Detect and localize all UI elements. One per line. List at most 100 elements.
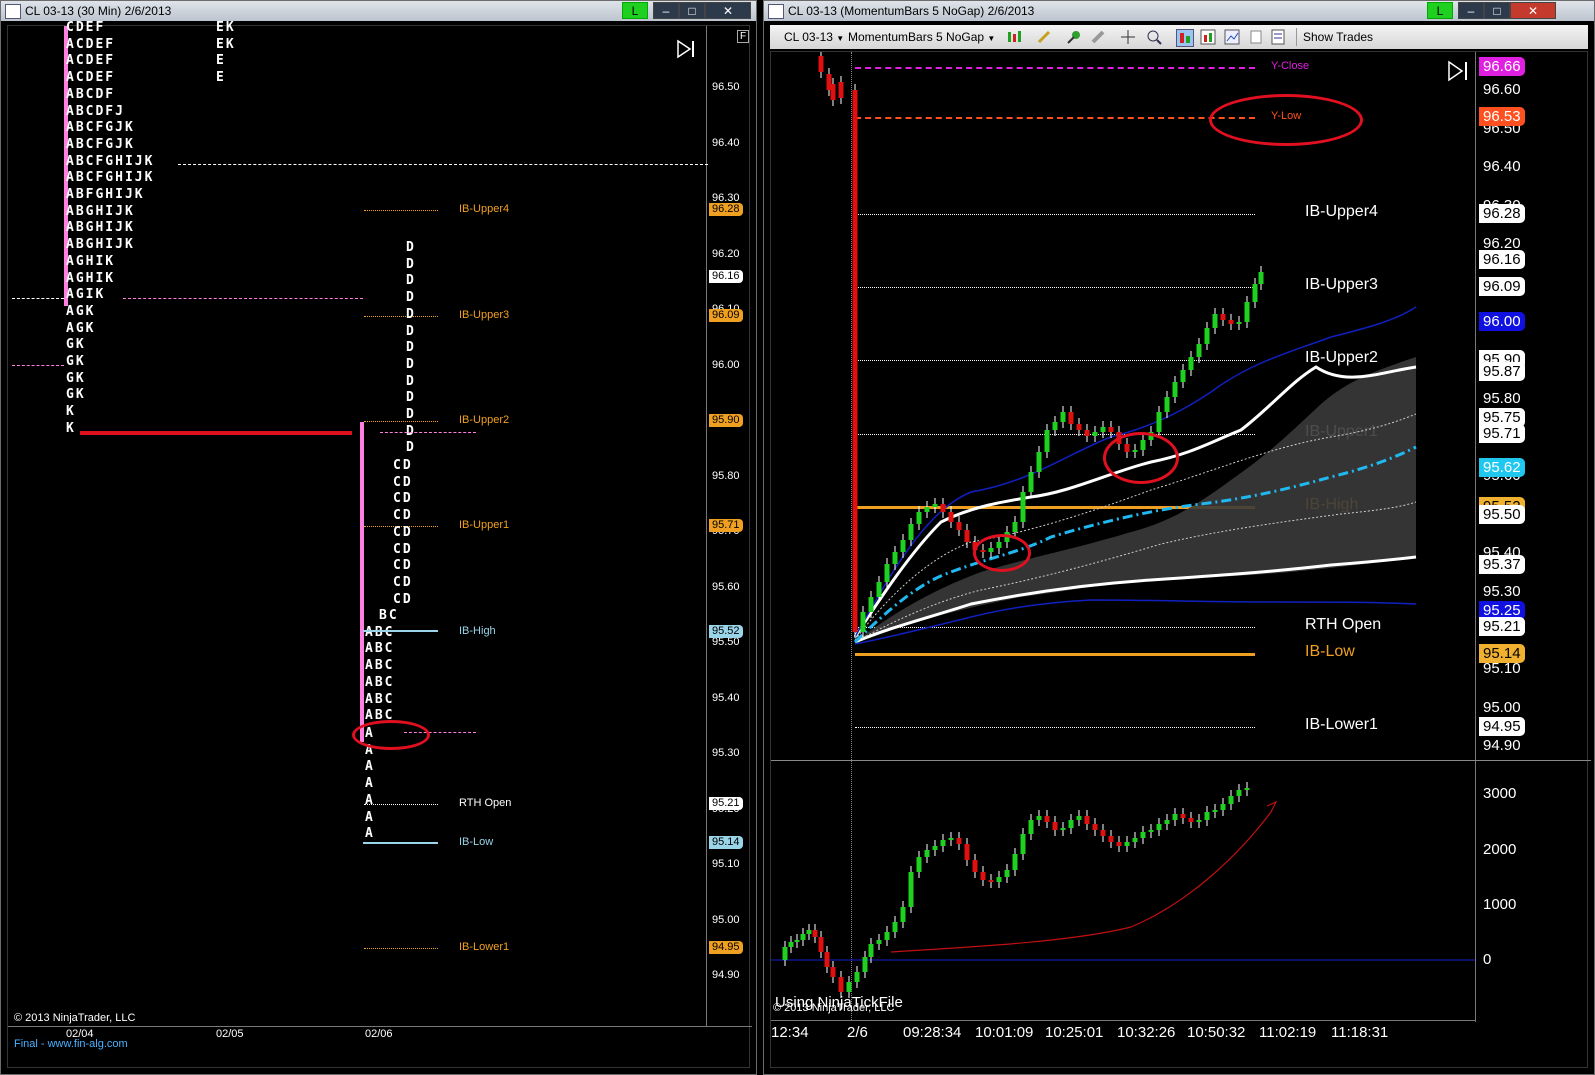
left-chart-body[interactable]: F 96.5096.4096.3096.2096.1096.0095.9095.… xyxy=(7,20,752,1068)
candle-body xyxy=(1028,820,1034,834)
candle-body xyxy=(1172,382,1178,397)
tpo-row: CD xyxy=(393,558,413,574)
candle-body xyxy=(1004,870,1010,877)
candle-body xyxy=(972,860,978,872)
instrument-selector[interactable]: CL 03-13 ▼ xyxy=(784,28,844,46)
cumulative-delta-panel xyxy=(771,782,1475,998)
left-window-titlebar[interactable]: CL 03-13 (30 Min) 2/6/2013 L – □ ✕ xyxy=(1,1,756,21)
connection-status-badge: L xyxy=(622,2,648,19)
panel-options-icon[interactable]: F xyxy=(737,30,750,43)
zoom-icon[interactable] xyxy=(1146,29,1162,45)
candle-body xyxy=(1172,814,1178,820)
candle-body xyxy=(884,932,890,940)
candle-body xyxy=(988,880,994,882)
price-axis-label: 96.40 xyxy=(1483,158,1521,176)
candle-body xyxy=(1012,854,1018,870)
candle-body xyxy=(948,512,954,522)
time-axis-separator xyxy=(8,1026,752,1027)
minimize-button[interactable]: – xyxy=(1458,2,1484,19)
pin-icon[interactable] xyxy=(1066,29,1082,45)
chart-app-icon xyxy=(5,4,21,19)
tpo-row: CD xyxy=(393,458,413,473)
tpo-row: D xyxy=(406,256,416,272)
candle-body xyxy=(916,857,922,872)
candle-body xyxy=(1044,816,1050,822)
tpo-row: E xyxy=(216,70,226,86)
tpo-row: ACDEF xyxy=(66,53,116,69)
candle-body xyxy=(1076,424,1082,430)
tpo-row: A xyxy=(365,792,375,808)
tpo-row: GK xyxy=(66,354,86,369)
strategies-icon[interactable] xyxy=(1200,29,1216,45)
price-axis-label: 94.90 xyxy=(712,969,740,981)
candle-body xyxy=(1164,820,1170,824)
show-trades-button[interactable]: Show Trades xyxy=(1296,28,1373,46)
tpo-row: ACDEF xyxy=(66,70,116,86)
tpo-row: ABC xyxy=(365,658,395,674)
candle-body xyxy=(1100,427,1106,432)
time-axis-label: 2/6 xyxy=(847,1024,868,1041)
price-tag: 95.90 xyxy=(709,414,743,427)
bar-type-label: MomentumBars 5 NoGap xyxy=(848,30,985,44)
close-button[interactable]: ✕ xyxy=(705,2,751,19)
candle-body xyxy=(1012,522,1018,532)
price-axis-separator xyxy=(706,26,707,1026)
candle-body xyxy=(940,504,946,512)
right-window-titlebar[interactable]: CL 03-13 (MomentumBars 5 NoGap) 2/6/2013… xyxy=(764,1,1594,21)
price-axis-label: 96.00 xyxy=(712,358,740,371)
candle-body xyxy=(860,612,866,632)
candle-body xyxy=(1052,422,1058,430)
tpo-row: GK xyxy=(66,370,86,386)
red-annotation-line xyxy=(80,431,352,435)
bar-type-selector[interactable]: MomentumBars 5 NoGap ▼ xyxy=(848,28,995,46)
tpo-row: AGIK xyxy=(66,287,106,303)
tpo-row: BC xyxy=(379,608,399,623)
price-axis-label: 95.10 xyxy=(1483,660,1521,677)
minimize-button[interactable]: – xyxy=(653,2,679,19)
price-tag: 95.50 xyxy=(1479,504,1525,524)
tpo-row: CD xyxy=(393,574,413,590)
tpo-row: ABGHIJK xyxy=(66,220,135,236)
price-tag: 95.71 xyxy=(1479,423,1525,443)
lower-axis-label: 3000 xyxy=(1483,785,1517,802)
candle-body xyxy=(818,937,824,952)
tpo-row: A xyxy=(365,759,375,775)
level-label: IB-Upper2 xyxy=(459,414,510,426)
candle-body xyxy=(1036,816,1042,820)
candle-body xyxy=(868,944,874,957)
candle-body xyxy=(1084,430,1090,436)
candle-body xyxy=(1060,412,1066,422)
candle-body xyxy=(916,512,922,524)
footer-link[interactable]: Final - www.fin-alg.com xyxy=(14,1038,128,1050)
candle-body xyxy=(862,957,868,972)
price-axis-label: 95.80 xyxy=(712,469,740,482)
bar-style-icon[interactable] xyxy=(1006,29,1022,45)
crosshair-icon[interactable] xyxy=(1120,29,1136,45)
vwap-band-fill xyxy=(855,357,1416,642)
eraser-icon[interactable] xyxy=(1090,29,1106,45)
tpo-row: CD xyxy=(393,541,413,557)
candle-body xyxy=(908,872,914,907)
close-button[interactable]: ✕ xyxy=(1510,2,1556,19)
maximize-button[interactable]: □ xyxy=(1484,2,1510,19)
candle-body xyxy=(1258,272,1264,284)
chart-style-icon[interactable] xyxy=(1224,29,1240,45)
maximize-button[interactable]: □ xyxy=(679,2,705,19)
annotation-circle-pullback2 xyxy=(1103,432,1179,484)
candle-body xyxy=(1188,818,1194,822)
indicators-icon[interactable] xyxy=(1176,29,1194,47)
level-line xyxy=(364,803,438,805)
copy-icon[interactable] xyxy=(1248,29,1264,45)
candle-body xyxy=(794,940,800,942)
tpo-row: ABC xyxy=(365,624,395,640)
right-chart-body[interactable]: 96.6096.5096.4096.3096.2096.1096.0095.90… xyxy=(770,51,1591,1068)
tpo-row: GK xyxy=(66,387,86,403)
candle-body xyxy=(996,877,1002,882)
pencil-draw-icon[interactable] xyxy=(1036,29,1052,45)
properties-icon[interactable] xyxy=(1270,29,1286,45)
candle-body xyxy=(892,922,898,932)
scroll-to-end-icon[interactable] xyxy=(676,39,696,59)
tpo-row: AGHIK xyxy=(66,253,116,269)
candle-body xyxy=(1188,357,1194,370)
candle-body xyxy=(1220,804,1226,810)
